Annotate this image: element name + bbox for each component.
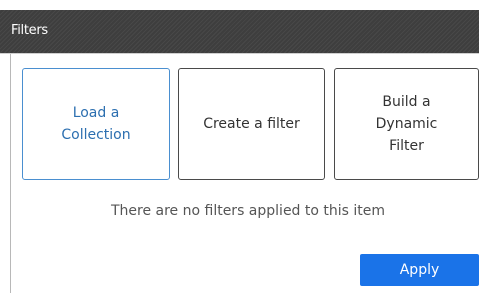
panel-title: Filters <box>11 23 48 38</box>
create-filter-label: Create a filter <box>203 116 300 132</box>
panel-header: Filters <box>0 10 479 54</box>
no-filters-message: There are no filters applied to this ite… <box>110 203 386 219</box>
create-filter-option[interactable]: Create a filter <box>178 68 325 180</box>
filters-panel: Filters Load a Collection Create a filte… <box>0 0 479 293</box>
load-collection-option[interactable]: Load a Collection <box>22 68 170 180</box>
panel-left-border <box>10 54 11 293</box>
build-dynamic-filter-label: Build a Dynamic Filter <box>375 94 438 154</box>
load-collection-label: Load a Collection <box>61 105 131 143</box>
apply-button[interactable]: Apply <box>360 254 479 286</box>
build-dynamic-filter-option[interactable]: Build a Dynamic Filter <box>334 68 479 180</box>
